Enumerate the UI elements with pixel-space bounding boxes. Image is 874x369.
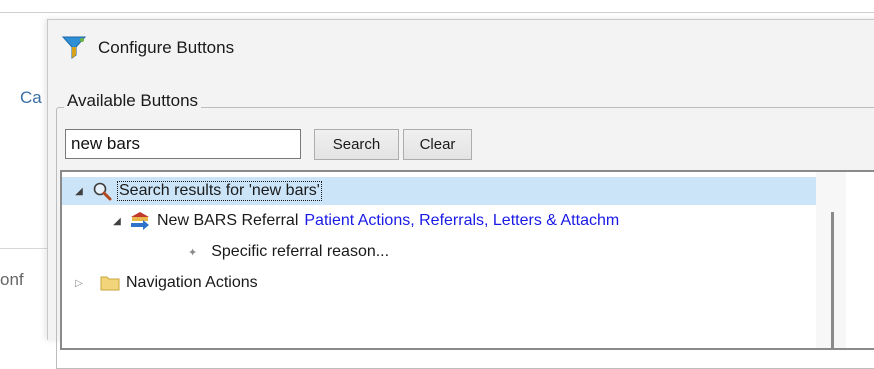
configure-buttons-dialog: Configure Buttons Available Buttons Sear… — [47, 19, 874, 369]
parent-window-label: Ca — [20, 88, 42, 107]
collapsed-triangle-icon[interactable]: ▷ — [72, 278, 86, 289]
dialog-title: Configure Buttons — [98, 38, 235, 57]
search-button[interactable]: Search — [314, 129, 399, 160]
magnifier-icon — [92, 181, 112, 201]
tree-node-navigation-actions[interactable]: ▷ Navigation Actions — [62, 269, 816, 297]
parent-window-divider — [0, 248, 48, 249]
tree-node-specific-referral-reason[interactable]: ✦ Specific referral reason... — [62, 238, 816, 266]
bullet-icon: ✦ — [188, 246, 198, 259]
expanded-triangle-icon[interactable]: ◢ — [72, 186, 86, 197]
dialog-titlebar[interactable]: Configure Buttons — [48, 20, 874, 78]
funnel-icon — [61, 34, 87, 60]
expanded-triangle-icon[interactable]: ◢ — [110, 216, 124, 227]
tree-node-label: Search results for 'new bars' — [117, 181, 322, 201]
folder-icon — [100, 274, 120, 292]
available-buttons-legend: Available Buttons — [64, 91, 202, 111]
parent-window-edge — [0, 12, 874, 13]
buttons-tree[interactable]: ◢ Search results for 'new bars' ◢ New BA… — [60, 170, 874, 350]
search-input[interactable] — [65, 129, 301, 159]
tree-scrollbar-thumb[interactable] — [831, 212, 834, 348]
tree-node-label: New BARS Referral — [157, 212, 299, 229]
tree-node-new-bars-referral[interactable]: ◢ New BARS Referral Patient Actions, Ref… — [62, 207, 816, 235]
parent-window-label-2: onf — [0, 270, 24, 289]
tree-node-label: Navigation Actions — [126, 274, 258, 291]
referral-arrow-icon — [129, 211, 151, 231]
parent-window-topbar — [0, 0, 874, 12]
tree-node-search-results[interactable]: ◢ Search results for 'new bars' — [62, 177, 816, 205]
tree-node-category: Patient Actions, Referrals, Letters & At… — [304, 212, 620, 229]
tree-node-label: Specific referral reason... — [211, 243, 390, 260]
clear-button[interactable]: Clear — [403, 129, 472, 160]
